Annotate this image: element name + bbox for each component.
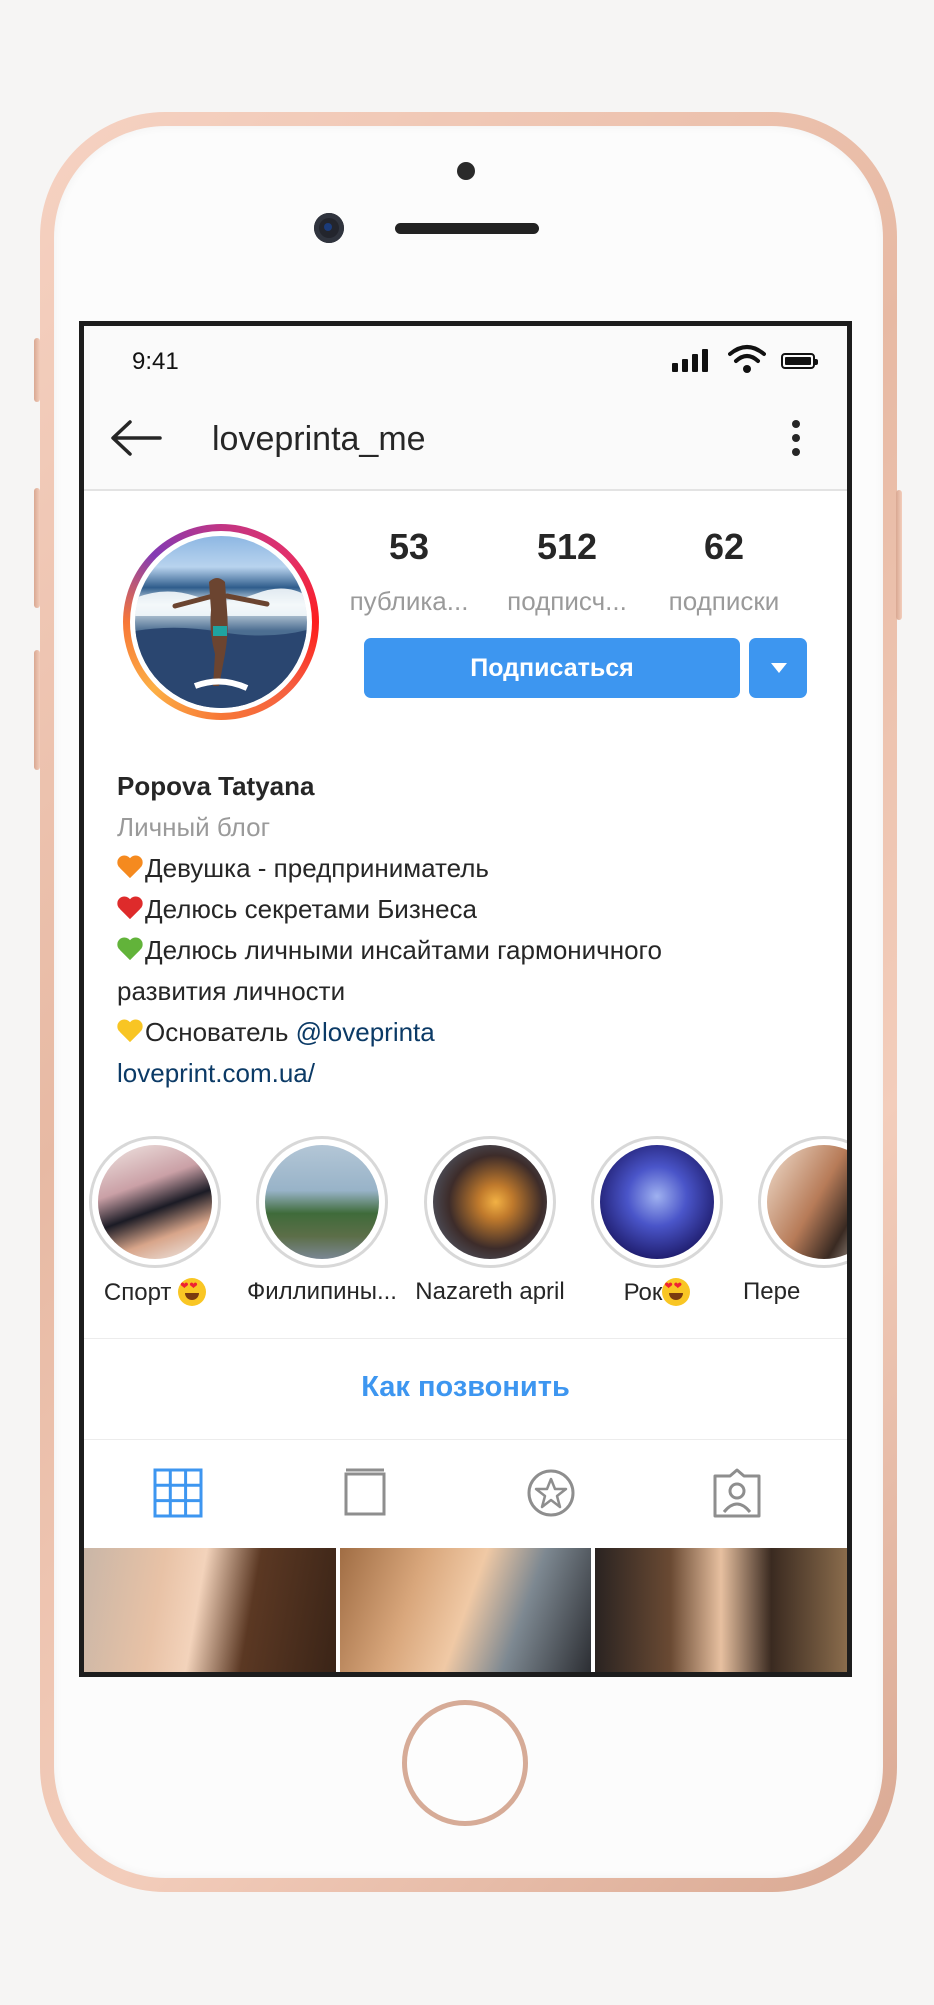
post-thumbnail[interactable] — [339, 1548, 592, 1672]
highlight-item[interactable]: Пере — [739, 1136, 847, 1306]
star-icon[interactable] — [524, 1466, 578, 1520]
contact-bar: Как позвонить — [84, 1338, 847, 1440]
bio-line-2: Делюсь секретами Бизнеса — [117, 889, 817, 930]
cellular-signal-icon — [672, 348, 708, 372]
highlight-cover — [98, 1145, 212, 1259]
post-thumbnail[interactable] — [84, 1548, 336, 1672]
highlight-cover — [600, 1145, 714, 1259]
mute-switch — [34, 338, 40, 402]
earpiece-speaker — [395, 223, 539, 234]
more-vertical-icon[interactable] — [790, 418, 802, 458]
front-camera — [314, 213, 344, 243]
highlight-cover — [767, 1145, 847, 1259]
stat-following-count: 62 — [703, 526, 745, 567]
home-button[interactable] — [402, 1700, 528, 1826]
stat-following[interactable]: 62 подписки — [649, 526, 799, 617]
profile-tabs — [84, 1438, 847, 1538]
highlight-item[interactable]: Филлипины... — [237, 1136, 407, 1306]
stat-following-label: подписки — [668, 586, 780, 616]
wifi-icon — [728, 345, 766, 373]
highlight-cover — [433, 1145, 547, 1259]
battery-icon — [781, 353, 818, 369]
stat-posts-label: публика... — [349, 586, 469, 616]
highlight-label: Филлипины... — [247, 1278, 397, 1305]
highlight-label: Nazareth april — [415, 1278, 565, 1305]
volume-down-button — [34, 650, 40, 770]
bio-line-3: Делюсь личными инсайтами гармоничного — [117, 930, 817, 971]
profile-username: loveprinta_me — [212, 420, 426, 458]
proximity-sensor — [457, 162, 475, 180]
highlight-label: Рок — [572, 1278, 742, 1307]
highlight-cover — [265, 1145, 379, 1259]
profile-full-name: Popova Tatyana — [117, 771, 315, 801]
post-thumbnail[interactable] — [595, 1548, 847, 1672]
status-bar: 9:41 — [84, 326, 847, 390]
highlight-item[interactable]: Рок — [572, 1136, 742, 1307]
bio-line-4: Основатель @loveprinta — [117, 1012, 817, 1053]
bio-line-1-text: Девушка - предприниматель — [145, 853, 489, 883]
profile-bio: Popova Tatyana Личный блог Девушка - пре… — [117, 766, 817, 1094]
orange-heart-icon — [117, 856, 143, 880]
stat-followers-label: подписч... — [507, 586, 627, 616]
feed-icon[interactable] — [338, 1466, 392, 1520]
heart-eyes-emoji-icon — [662, 1278, 691, 1306]
stat-posts-count: 53 — [388, 526, 430, 567]
stat-posts[interactable]: 53 публика... — [334, 526, 484, 617]
bio-line-3b: развития личности — [117, 976, 346, 1006]
stat-followers[interactable]: 512 подписч... — [492, 526, 642, 617]
profile-header: loveprinta_me — [84, 390, 847, 491]
green-heart-icon — [117, 938, 143, 962]
highlight-label: Пере — [743, 1278, 801, 1305]
follow-button[interactable]: Подписаться — [364, 638, 740, 698]
highlight-item[interactable]: Спорт — [84, 1136, 240, 1307]
stat-followers-count: 512 — [536, 526, 598, 567]
mention-link[interactable]: @loveprinta — [296, 1017, 435, 1047]
back-arrow-icon[interactable] — [108, 418, 164, 458]
bio-line-3-text: Делюсь личными инсайтами гармоничного — [145, 935, 662, 965]
website-link[interactable]: loveprint.com.ua/ — [117, 1053, 817, 1094]
app-screen: 9:41 loveprinta_me 53 публика... 512 под… — [84, 326, 847, 1672]
highlight-item[interactable]: Nazareth april — [405, 1136, 575, 1306]
heart-eyes-emoji-icon — [178, 1278, 207, 1306]
posts-grid — [84, 1548, 847, 1672]
volume-up-button — [34, 488, 40, 608]
red-heart-icon — [117, 897, 143, 921]
profile-stats: 53 публика... 512 подписч... 62 подписки — [350, 526, 814, 636]
bio-line-2-text: Делюсь секретами Бизнеса — [145, 894, 478, 924]
yellow-heart-icon — [117, 1020, 143, 1044]
suggested-accounts-dropdown[interactable] — [749, 638, 807, 698]
profile-category: Личный блог — [117, 812, 271, 842]
bio-line-1: Девушка - предприниматель — [117, 848, 817, 889]
story-ring[interactable] — [123, 524, 319, 720]
grid-icon[interactable] — [151, 1466, 205, 1520]
story-highlights: Спорт Филлипины... Nazareth april Рок Пе… — [84, 1136, 847, 1306]
status-time: 9:41 — [132, 348, 179, 375]
highlight-label: Спорт — [84, 1278, 240, 1307]
call-button[interactable]: Как позвонить — [84, 1371, 847, 1404]
bio-line-4-text: Основатель — [145, 1017, 296, 1047]
tagged-icon[interactable] — [710, 1466, 764, 1520]
power-button — [896, 490, 902, 620]
profile-avatar — [135, 536, 307, 708]
